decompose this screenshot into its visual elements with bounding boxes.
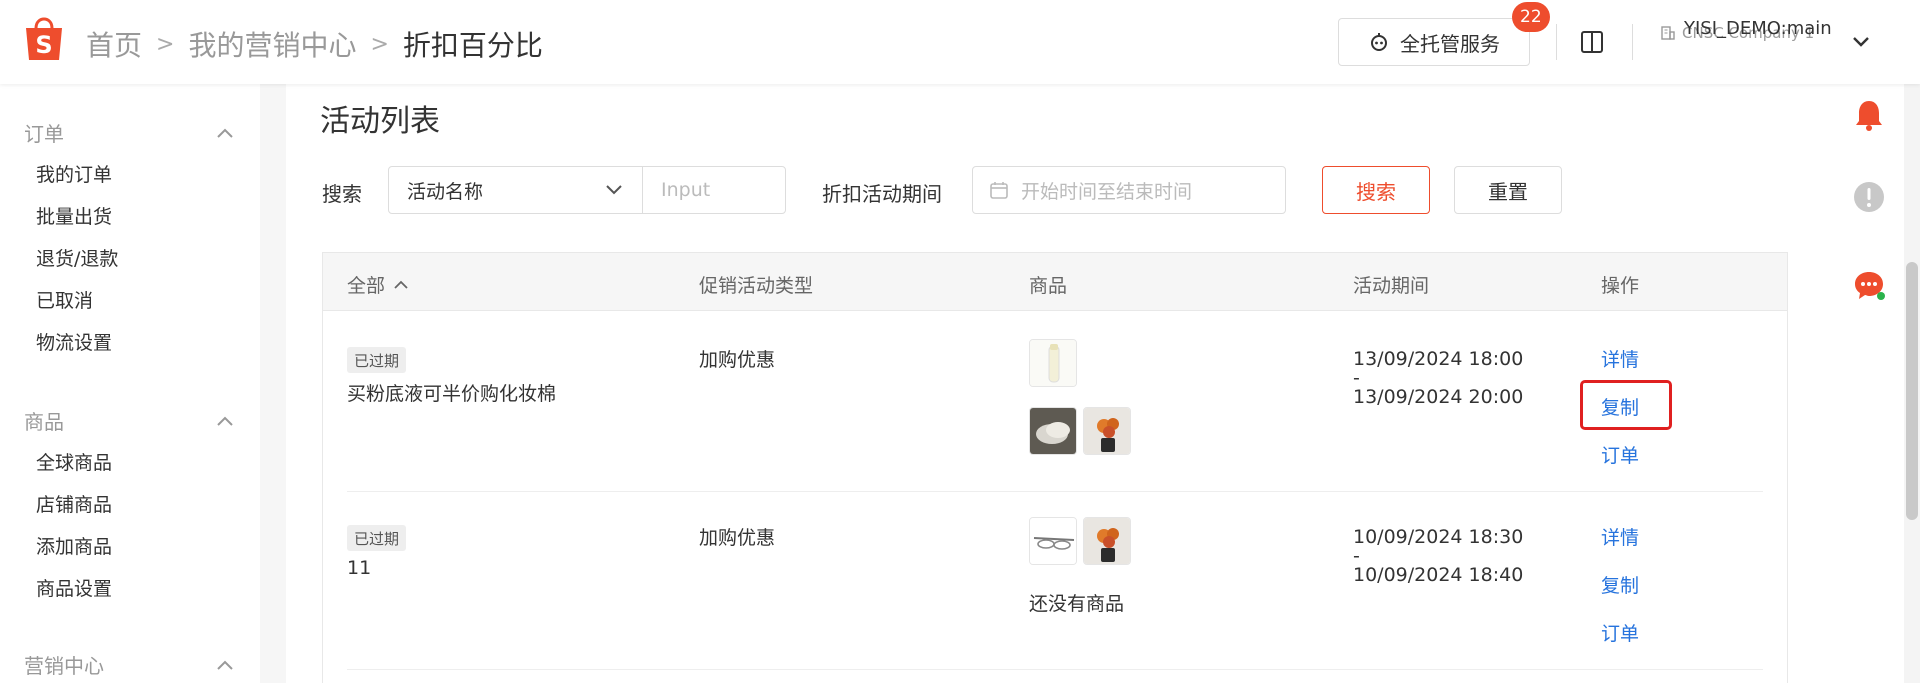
no-products-text: 还没有商品 [1029,593,1125,615]
status-badge: 已过期 [347,525,407,551]
period-end: 13/09/2024 20:00 [1353,386,1524,408]
activity-name: 11 [347,557,372,579]
activity-period: 10/09/2024 18:30 - 10/09/2024 18:40 [1353,525,1523,587]
breadcrumb: 首页 > 我的营销中心 > 折扣百分比 [86,24,543,64]
breadcrumb-current: 折扣百分比 [402,29,543,62]
column-actions: 操作 [1601,275,1640,297]
status-badge: 已过期 [347,347,407,373]
bell-icon[interactable] [1852,98,1886,132]
breadcrumb-separator-icon: > [370,31,389,57]
search-field-value: 活动名称 [407,180,484,203]
calendar-icon [990,182,1008,199]
sidebar-item-global-products[interactable]: 全球商品 [36,448,112,475]
sidebar: 订单 我的订单 批量出货 退货/退款 已取消 物流设置 商品 全球商品 店铺商品… [0,84,260,683]
breadcrumb-home[interactable]: 首页 [86,24,142,64]
breadcrumb-separator-icon: > [156,31,175,57]
period-end: 10/09/2024 18:40 [1353,564,1524,586]
product-flower-image [1084,518,1130,564]
chevron-up-icon [217,128,233,138]
period-separator: - [1353,367,1360,389]
period-separator: - [1353,545,1360,567]
notification-badge: 22 [1512,2,1550,32]
header-divider [1556,24,1557,60]
product-flower-image [1084,408,1130,454]
activity-period: 13/09/2024 18:00 - 13/09/2024 20:00 [1353,347,1523,409]
chat-icon[interactable] [1852,268,1886,302]
sidebar-group-orders[interactable]: 订单 [24,118,234,147]
sidebar-item-shop-products[interactable]: 店铺商品 [36,490,112,517]
search-label: 搜索 [322,182,362,206]
shopee-logo-icon[interactable]: S [22,14,66,62]
user-name: YISI_DEMO:main [1684,18,1832,39]
product-thumbnail[interactable] [1029,407,1077,455]
sidebar-item-cancelled[interactable]: 已取消 [36,286,93,313]
chevron-down-icon[interactable] [1850,32,1872,52]
product-glasses-image [1030,518,1076,564]
header-divider [1632,24,1633,60]
copy-link-highlight [1580,380,1672,430]
column-products: 商品 [1029,275,1068,297]
sidebar-group-title: 商品 [24,410,64,434]
activity-table: 全部 促销活动类型 商品 活动期间 操作 已过期 买粉底液可半价购化妆棉 加购优… [322,252,1788,683]
service-robot-icon [1371,33,1387,51]
orders-link[interactable]: 订单 [1601,441,1639,468]
activity-name: 买粉底液可半价购化妆棉 [347,383,557,405]
user-account[interactable]: YISI_DEMO:main CNSC Company 1 [1660,18,1832,42]
product-bottle-image [1030,340,1076,386]
orders-link[interactable]: 订单 [1601,619,1639,646]
date-range-placeholder: 开始时间至结束时间 [1021,180,1193,203]
full-service-button[interactable]: 全托管服务 [1338,18,1530,66]
search-field-select[interactable]: 活动名称 [388,166,644,214]
reset-button[interactable]: 重置 [1454,166,1562,214]
product-thumbnail[interactable] [1083,407,1131,455]
chevron-up-icon [217,660,233,670]
product-thumbnail[interactable] [1083,517,1131,565]
period-start: 13/09/2024 18:00 [1353,348,1524,370]
table-header: 全部 促销活动类型 商品 活动期间 操作 [323,253,1787,311]
promo-type: 加购优惠 [699,527,776,549]
page-title: 活动列表 [320,104,440,139]
details-link[interactable]: 详情 [1601,523,1639,550]
top-header: S 首页 > 我的营销中心 > 折扣百分比 全托管服务 22 YISI_DEMO… [0,0,1920,84]
sidebar-group-marketing[interactable]: 营销中心 [24,650,234,679]
promo-type: 加购优惠 [699,349,776,371]
sidebar-group-title: 营销中心 [24,654,104,678]
column-all-label: 全部 [347,275,386,297]
chevron-up-icon [217,416,233,426]
column-all-sort[interactable]: 全部 [347,271,409,298]
scrollbar-thumb[interactable] [1906,262,1918,520]
sidebar-item-add-product[interactable]: 添加商品 [36,532,112,559]
search-input[interactable] [642,166,786,214]
product-thumbnail[interactable] [1029,517,1077,565]
details-link[interactable]: 详情 [1601,345,1639,372]
book-icon[interactable] [1580,28,1604,56]
row-divider [347,669,1763,670]
row-divider [347,491,1763,492]
chevron-up-icon [394,280,408,289]
building-icon [1661,26,1675,40]
chevron-down-icon [606,185,622,195]
search-button[interactable]: 搜索 [1322,166,1430,214]
breadcrumb-marketing[interactable]: 我的营销中心 [188,24,356,64]
sidebar-item-my-orders[interactable]: 我的订单 [36,160,112,187]
sidebar-item-returns[interactable]: 退货/退款 [36,244,118,271]
alert-icon[interactable] [1852,180,1886,214]
sidebar-item-product-settings[interactable]: 商品设置 [36,574,112,601]
product-cotton-pads-image [1030,408,1076,454]
date-range-picker[interactable]: 开始时间至结束时间 [972,166,1286,214]
copy-link[interactable]: 复制 [1601,571,1639,598]
column-promo-type: 促销活动类型 [699,275,814,297]
sidebar-group-products[interactable]: 商品 [24,406,234,435]
sidebar-item-batch-ship[interactable]: 批量出货 [36,202,112,229]
column-period: 活动期间 [1353,275,1430,297]
svg-text:S: S [35,31,52,59]
product-thumbnail[interactable] [1029,339,1077,387]
full-service-label: 全托管服务 [1400,31,1500,56]
sidebar-group-title: 订单 [24,122,64,146]
period-start: 10/09/2024 18:30 [1353,526,1524,548]
sidebar-item-logistics[interactable]: 物流设置 [36,328,112,355]
period-label: 折扣活动期间 [822,182,942,206]
